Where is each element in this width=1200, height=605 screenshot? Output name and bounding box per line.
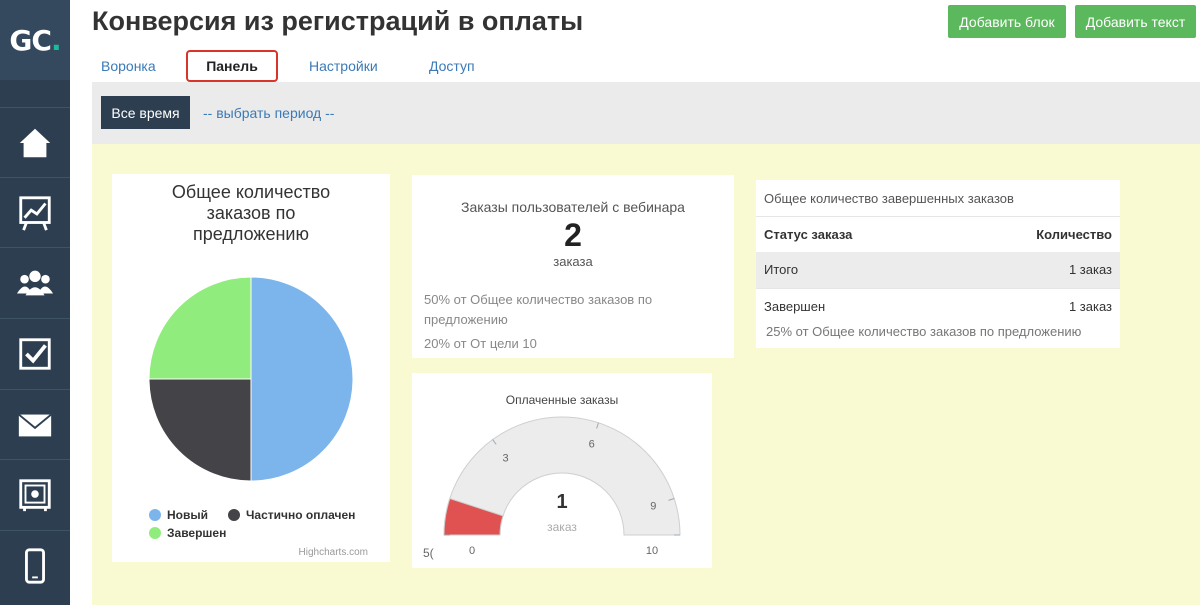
gauge-tick-label: 6 [589, 439, 595, 451]
legend-dot [228, 509, 240, 521]
pie-chart-card: Общее количество заказов по предложению … [112, 174, 390, 562]
legend-item-completed[interactable]: Завершен [149, 526, 226, 540]
tab-funnel[interactable]: Воронка [101, 58, 156, 74]
gauge-value: 1 [556, 491, 568, 513]
gauge-tick-label: 10 [646, 545, 658, 557]
chart-credits[interactable]: Highcharts.com [299, 547, 368, 558]
legend-label: Частично оплачен [246, 508, 356, 522]
filter-bar: Все время -- выбрать период -- [92, 82, 1200, 144]
legend-item-new[interactable]: Новый [149, 508, 208, 522]
gauge-tick-label: 3 [503, 452, 509, 464]
legend-dot [149, 509, 161, 521]
dashboard: Общее количество заказов по предложению … [92, 144, 1200, 605]
table-row: Завершен 1 заказ [756, 288, 1120, 324]
webinar-orders-count: 2 [564, 217, 582, 253]
webinar-percent-of-goal: 20% от От цели 10 [424, 336, 537, 351]
safe-icon[interactable] [0, 459, 70, 529]
pie-chart-title: Общее количество заказов по предложению [171, 182, 331, 244]
tab-access[interactable]: Доступ [429, 58, 475, 74]
webinar-orders-card: Заказы пользователей с вебинара 2 заказа… [412, 175, 734, 358]
page-title: Конверсия из регистраций в оплаты [92, 6, 584, 36]
pie-slice-0[interactable] [250, 276, 354, 482]
home-icon[interactable] [0, 107, 70, 177]
all-time-button[interactable]: Все время [101, 96, 190, 129]
checkbox-icon[interactable] [0, 318, 70, 388]
webinar-percent-of-total: 50% от Общее количество заказов по предл… [424, 292, 653, 327]
gauge-chart[interactable]: 036910 [412, 373, 712, 568]
completed-orders-note: 25% от Общее количество заказов по предл… [766, 324, 1082, 339]
completed-orders-card: Общее количество завершенных заказов Ста… [756, 180, 1120, 348]
completed-orders-title: Общее количество завершенных заказов [764, 191, 1014, 206]
gauge-unit: заказ [547, 520, 577, 534]
mail-icon[interactable] [0, 389, 70, 459]
pie-chart[interactable] [112, 264, 390, 494]
tab-settings[interactable]: Настройки [309, 58, 378, 74]
logo[interactable]: GC. [0, 0, 70, 80]
pie-slice-2[interactable] [148, 276, 252, 380]
webinar-orders-unit: заказа [553, 254, 593, 269]
legend-dot [149, 527, 161, 539]
table-row: Итого 1 заказ [756, 252, 1120, 288]
legend-item-partial[interactable]: Частично оплачен [228, 508, 355, 522]
add-text-button[interactable]: Добавить текст [1075, 5, 1196, 38]
webinar-orders-title: Заказы пользователей с вебинара [461, 199, 685, 215]
logo-text: GC. [9, 23, 61, 57]
col-count-header: Количество [1036, 227, 1112, 242]
paid-orders-card: Оплаченные заказы 0 3 6 9 10 1 заказ 5( [412, 373, 712, 568]
table-header: Статус заказа Количество [756, 216, 1120, 252]
row-status: Итого [764, 262, 799, 277]
tab-panel[interactable]: Панель [186, 50, 278, 82]
choose-period-link[interactable]: -- выбрать период -- [203, 105, 334, 121]
mobile-icon[interactable] [0, 530, 70, 600]
col-status-header: Статус заказа [764, 227, 853, 242]
logo-circle: GC. [4, 9, 66, 71]
row-count: 1 заказ [1068, 299, 1112, 314]
pie-slice-1[interactable] [148, 378, 252, 482]
gauge-truncated-label: 5( [423, 546, 434, 560]
chart-icon[interactable] [0, 177, 70, 247]
gauge-tick-label: 0 [469, 545, 475, 557]
add-block-button[interactable]: Добавить блок [948, 5, 1066, 38]
sidebar: GC. [0, 0, 70, 605]
legend-label: Завершен [167, 526, 227, 540]
row-count: 1 заказ [1068, 262, 1112, 277]
users-icon[interactable] [0, 247, 70, 317]
row-status: Завершен [764, 299, 826, 314]
legend-label: Новый [167, 508, 208, 522]
